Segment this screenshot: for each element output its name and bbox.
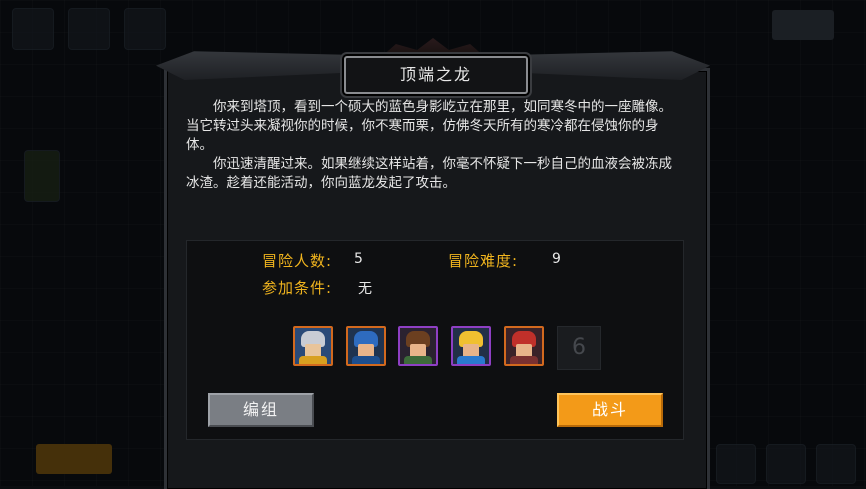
armored-knight-portrait[interactable] bbox=[293, 326, 333, 366]
edit-team-button[interactable]: 编组 bbox=[208, 393, 314, 427]
blue-helmet-warrior-portrait[interactable] bbox=[346, 326, 386, 366]
red-hair-goggles-portrait[interactable] bbox=[504, 326, 544, 366]
requirement-value: 无 bbox=[358, 281, 372, 297]
battle-button[interactable]: 战斗 bbox=[557, 393, 663, 427]
dialog-title: 顶端之龙 bbox=[344, 56, 528, 94]
brown-hair-rogue-portrait[interactable] bbox=[398, 326, 438, 366]
difficulty-value: 9 bbox=[552, 251, 561, 267]
empty-hero-slot[interactable]: 6 bbox=[557, 326, 601, 370]
party-size-value: 5 bbox=[354, 251, 363, 267]
party-size-label: 冒险人数: bbox=[262, 252, 333, 270]
blonde-hero-portrait[interactable] bbox=[451, 326, 491, 366]
requirement-label: 参加条件: bbox=[262, 279, 333, 297]
story-paragraph-1: 你来到塔顶，看到一个硕大的蓝色身影屹立在那里，如同寒冬中的一座雕像。当它转过头来… bbox=[186, 99, 672, 153]
story-paragraph-2: 你迅速清醒过来。如果继续这样站着，你毫不怀疑下一秒自己的血液会被冻成冰渣。趁着还… bbox=[186, 156, 672, 191]
difficulty-label: 冒险难度: bbox=[448, 252, 519, 270]
story-text: 你来到塔顶，看到一个硕大的蓝色身影屹立在那里，如同寒冬中的一座雕像。当它转过头来… bbox=[186, 98, 682, 193]
